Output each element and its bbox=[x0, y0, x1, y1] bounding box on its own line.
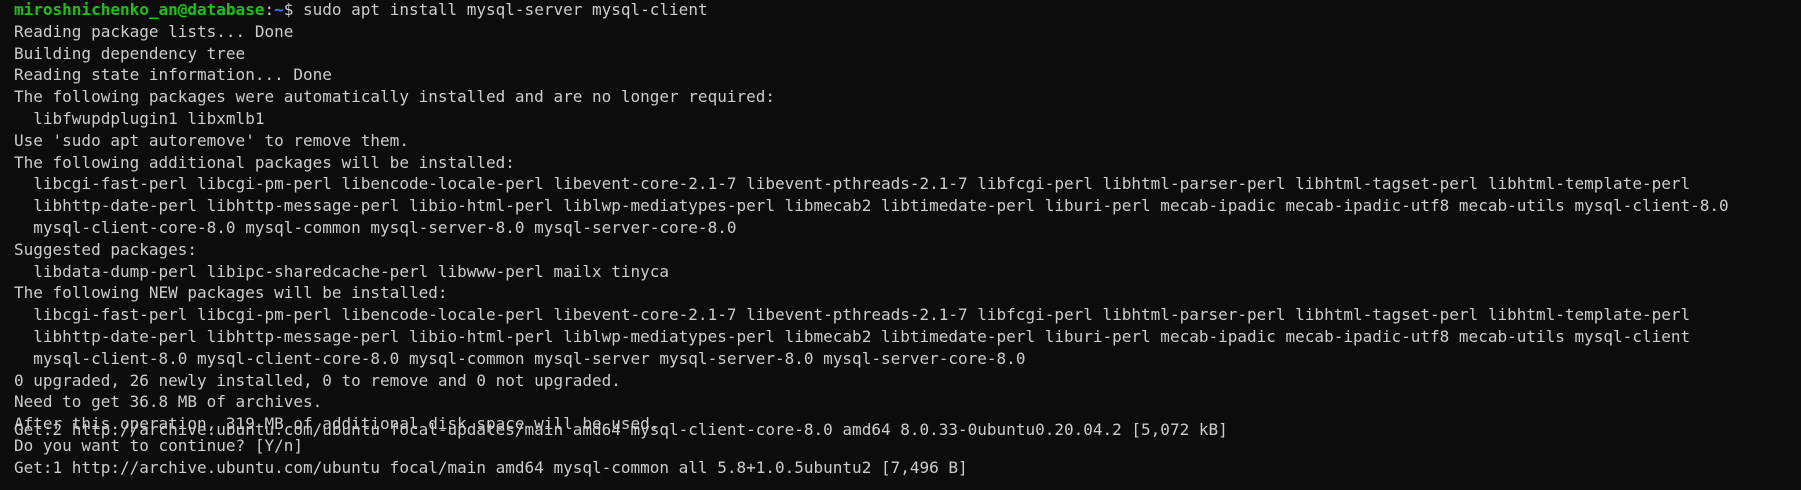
output-line: The following packages were automaticall… bbox=[14, 87, 775, 107]
output-line: libdata-dump-perl libipc-sharedcache-per… bbox=[14, 261, 670, 281]
output-line: Need to get 36.8 MB of archives. bbox=[14, 392, 323, 412]
output-line: Use 'sudo apt autoremove' to remove them… bbox=[14, 130, 409, 150]
output-line: libcgi-fast-perl libcgi-pm-perl libencod… bbox=[14, 174, 1691, 194]
output-line: Get:1 http://archive.ubuntu.com/ubuntu f… bbox=[14, 457, 968, 477]
output-line: Suggested packages: bbox=[14, 239, 198, 259]
output-line: mysql-client-8.0 mysql-client-core-8.0 m… bbox=[14, 348, 1026, 368]
output-line: libhttp-date-perl libhttp-message-perl l… bbox=[14, 326, 1691, 346]
output-line: libhttp-date-perl libhttp-message-perl l… bbox=[14, 196, 1729, 216]
prompt-path: ~ bbox=[274, 0, 284, 19]
prompt-command: sudo apt install mysql-server mysql-clie… bbox=[303, 0, 708, 19]
output-line: libfwupdplugin1 libxmlb1 bbox=[14, 108, 265, 128]
output-line: The following NEW packages will be insta… bbox=[14, 283, 448, 303]
output-line: Reading package lists... Done bbox=[14, 21, 294, 41]
output-line: libcgi-fast-perl libcgi-pm-perl libencod… bbox=[14, 305, 1691, 325]
prompt-user-host: miroshnichenko_an@database bbox=[14, 0, 265, 19]
partial-output-line: Get:2 http://archive.ubuntu.com/ubuntu f… bbox=[14, 420, 1228, 439]
terminal-window[interactable]: miroshnichenko_an@database:~$ sudo apt i… bbox=[0, 0, 1801, 490]
output-line: 0 upgraded, 26 newly installed, 0 to rem… bbox=[14, 370, 621, 390]
output-line: mysql-client-core-8.0 mysql-common mysql… bbox=[14, 217, 737, 237]
prompt-line: miroshnichenko_an@database:~$ sudo apt i… bbox=[14, 0, 1791, 21]
terminal-output: miroshnichenko_an@database:~$ sudo apt i… bbox=[14, 0, 1791, 479]
output-line: Reading state information... Done bbox=[14, 65, 332, 85]
output-line: Building dependency tree bbox=[14, 43, 246, 63]
prompt-separator: : bbox=[264, 0, 275, 19]
prompt-symbol: $ bbox=[283, 0, 303, 19]
output-line: The following additional packages will b… bbox=[14, 152, 515, 172]
